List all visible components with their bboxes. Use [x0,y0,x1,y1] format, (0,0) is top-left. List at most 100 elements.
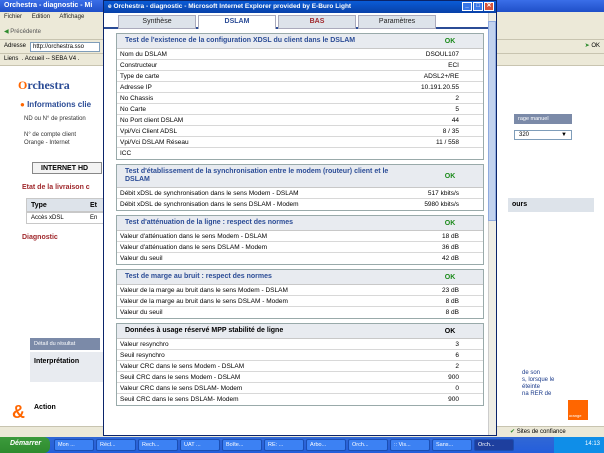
address-input[interactable]: http://orchestra.sso [30,42,100,52]
table-row: Valeur d'atténuation dans le sens Modem … [117,231,483,242]
section-header: Données à usage réservé MPP stabilité de… [117,324,483,339]
windows-taskbar: Démarrer Mon ... Récl... Rech... UAT ...… [0,437,604,453]
table-row: Débit xDSL de synchronisation dans le se… [120,201,459,208]
maximize-button[interactable]: □ [473,2,483,11]
table-row: No Carte 5 [117,104,483,115]
taskbar-item[interactable]: Récl... [96,439,136,451]
taskbar-item[interactable]: Arbo... [306,439,346,451]
tab-synthese[interactable]: Synthèse [118,15,196,29]
popup-title-bar: e Orchestra - diagnostic - Microsoft Int… [104,1,496,13]
orchestra-logo: Orchestra [18,78,70,92]
taskbar-item[interactable]: Boîte... [222,439,262,451]
back-arrow-icon[interactable]: ◀ [4,29,9,35]
diagnostic-title: Diagnostic [22,234,58,241]
tab-parametres[interactable]: Paramètres [358,15,436,29]
table-row: Valeur CRC dans le sens DSLAM- Modem 0 [117,383,483,394]
tab-dslam[interactable]: DSLAM [198,15,276,29]
go-arrow-icon: ➤ [584,43,590,49]
table-row: Vpi/Vci DSLAM Réseau 11 / 558 [117,137,483,148]
tab-bas[interactable]: BAS [278,15,356,29]
right-select[interactable]: 320 ▼ [514,130,572,140]
system-tray: 14:13 [554,437,604,453]
delivery-status-title: Etat de la livraison c [22,184,90,191]
section-header: Test d'établissement de la synchronisati… [117,165,483,188]
table-row: Constructeur ECI [117,60,483,71]
menu-edit[interactable]: Edition [32,14,50,20]
section-config-test: Test de l'existence de la configuration … [116,33,484,160]
user-icon: ● [20,100,25,109]
scrollbar-thumb[interactable] [488,21,496,221]
popup-title: Orchestra - diagnostic - Microsoft Inter… [113,3,352,10]
table-row: Vpi/Vci Client ADSL 8 / 35 [117,126,483,137]
section-header: Test de l'existence de la configuration … [117,34,483,49]
table-row: Valeur du seuil 42 dB [120,255,459,262]
interpretation-label: Interprétation [30,352,110,382]
status-badge: OK [444,172,456,180]
section-mpp-stability: Données à usage réservé MPP stabilité de… [116,323,484,406]
trusted-sites-zone: ✔ Sites de confiance [510,429,566,435]
status-badge: OK [444,37,456,45]
section-title: Données à usage réservé MPP stabilité de… [125,327,284,334]
detail-result-button[interactable]: Détail du résultat [30,338,100,350]
taskbar-item[interactable]: Orch... [348,439,388,451]
clock: 14:13 [584,441,600,447]
right-note: de son s, lorsque le éteinte na RER de [522,370,555,397]
section-title: Test d'établissement de la synchronisati… [125,168,389,183]
section-title: Test de marge au bruit : respect des nor… [125,273,272,280]
start-button[interactable]: Démarrer [0,437,50,453]
section-title: Test de l'existence de la configuration … [125,37,356,44]
section-sync-test: Test d'établissement de la synchronisati… [116,164,484,211]
info-line-nd: ND ou N° de prestation [24,116,86,122]
table-row: Valeur de la marge au bruit dans le sens… [117,285,483,296]
popup-tabs: Synthèse DSLAM BAS Paramètres [104,13,496,29]
address-label: Adresse [4,43,27,49]
minimize-button[interactable]: _ [462,2,472,11]
status-badge: OK [444,219,456,227]
table-row: Valeur du seuil 8 dB [120,309,459,316]
table-row: Accès xDSL En [26,212,106,224]
table-row: Nom du DSLAM DSOUL107 [117,49,483,60]
table-row: Seuil CRC dans le sens Modem - DSLAM 900 [117,372,483,383]
section-header: Test d'atténuation de la ligne : respect… [117,216,483,231]
back-button[interactable]: Précédente [10,29,41,35]
section-attenuation-test: Test d'atténuation de la ligne : respect… [116,215,484,265]
taskbar-item[interactable]: Rech... [138,439,178,451]
table-row: Valeur d'atténuation dans le sens DSLAM … [117,242,483,253]
taskbar-item[interactable]: Sans... [432,439,472,451]
status-badge: OK [444,273,456,281]
section-noise-margin-test: Test de marge au bruit : respect des nor… [116,269,484,319]
close-button[interactable]: ✕ [484,2,494,11]
orange-brand-logo: orange [568,400,588,420]
taskbar-item[interactable]: :: Vis... [390,439,430,451]
action-label: Action [30,384,110,416]
menu-file[interactable]: Fichier [4,14,22,20]
go-button[interactable]: ➤ OK [585,42,600,49]
manual-button[interactable]: rage manuel [514,114,572,124]
links-item[interactable]: . Accueil -- SEBA V4 . [22,56,80,62]
taskbar-item[interactable]: Mon ... [54,439,94,451]
dslam-content: Test de l'existence de la configuration … [116,33,484,437]
chevron-down-icon: ▼ [561,132,567,138]
status-badge: OK [444,327,456,335]
table-header-type: Type Et [26,198,106,212]
table-row: Valeur de la marge au bruit dans le sens… [117,296,483,307]
info-line-orange: Orange - Internet [24,140,70,146]
table-row: Valeur CRC dans le sens Modem - DSLAM 2 [117,361,483,372]
taskbar-item[interactable]: RE: ... [264,439,304,451]
table-row: Seuil CRC dans le sens DSLAM- Modem 900 [120,396,459,403]
section-header: Test de marge au bruit : respect des nor… [117,270,483,285]
taskbar-item-active[interactable]: Orch... [474,439,514,451]
taskbar-item[interactable]: UAT ... [180,439,220,451]
client-info-title: ● Informations clie [20,100,92,109]
section-title: Test d'atténuation de la ligne : respect… [125,219,294,226]
menu-view[interactable]: Affichage [59,14,84,20]
table-row: Seuil resynchro 6 [117,350,483,361]
check-icon: ✔ [510,429,516,435]
table-row: Valeur resynchro 3 [117,339,483,350]
tab-internet-hd[interactable]: INTERNET HD [32,162,102,174]
table-row: No Port client DSLAM 44 [117,115,483,126]
table-row: Type de carte ADSL2+/RE [117,71,483,82]
table-row: ICC [120,150,132,157]
delivery-table: Type Et Accès xDSL En [26,198,106,224]
table-row: No Chassis 2 [117,93,483,104]
